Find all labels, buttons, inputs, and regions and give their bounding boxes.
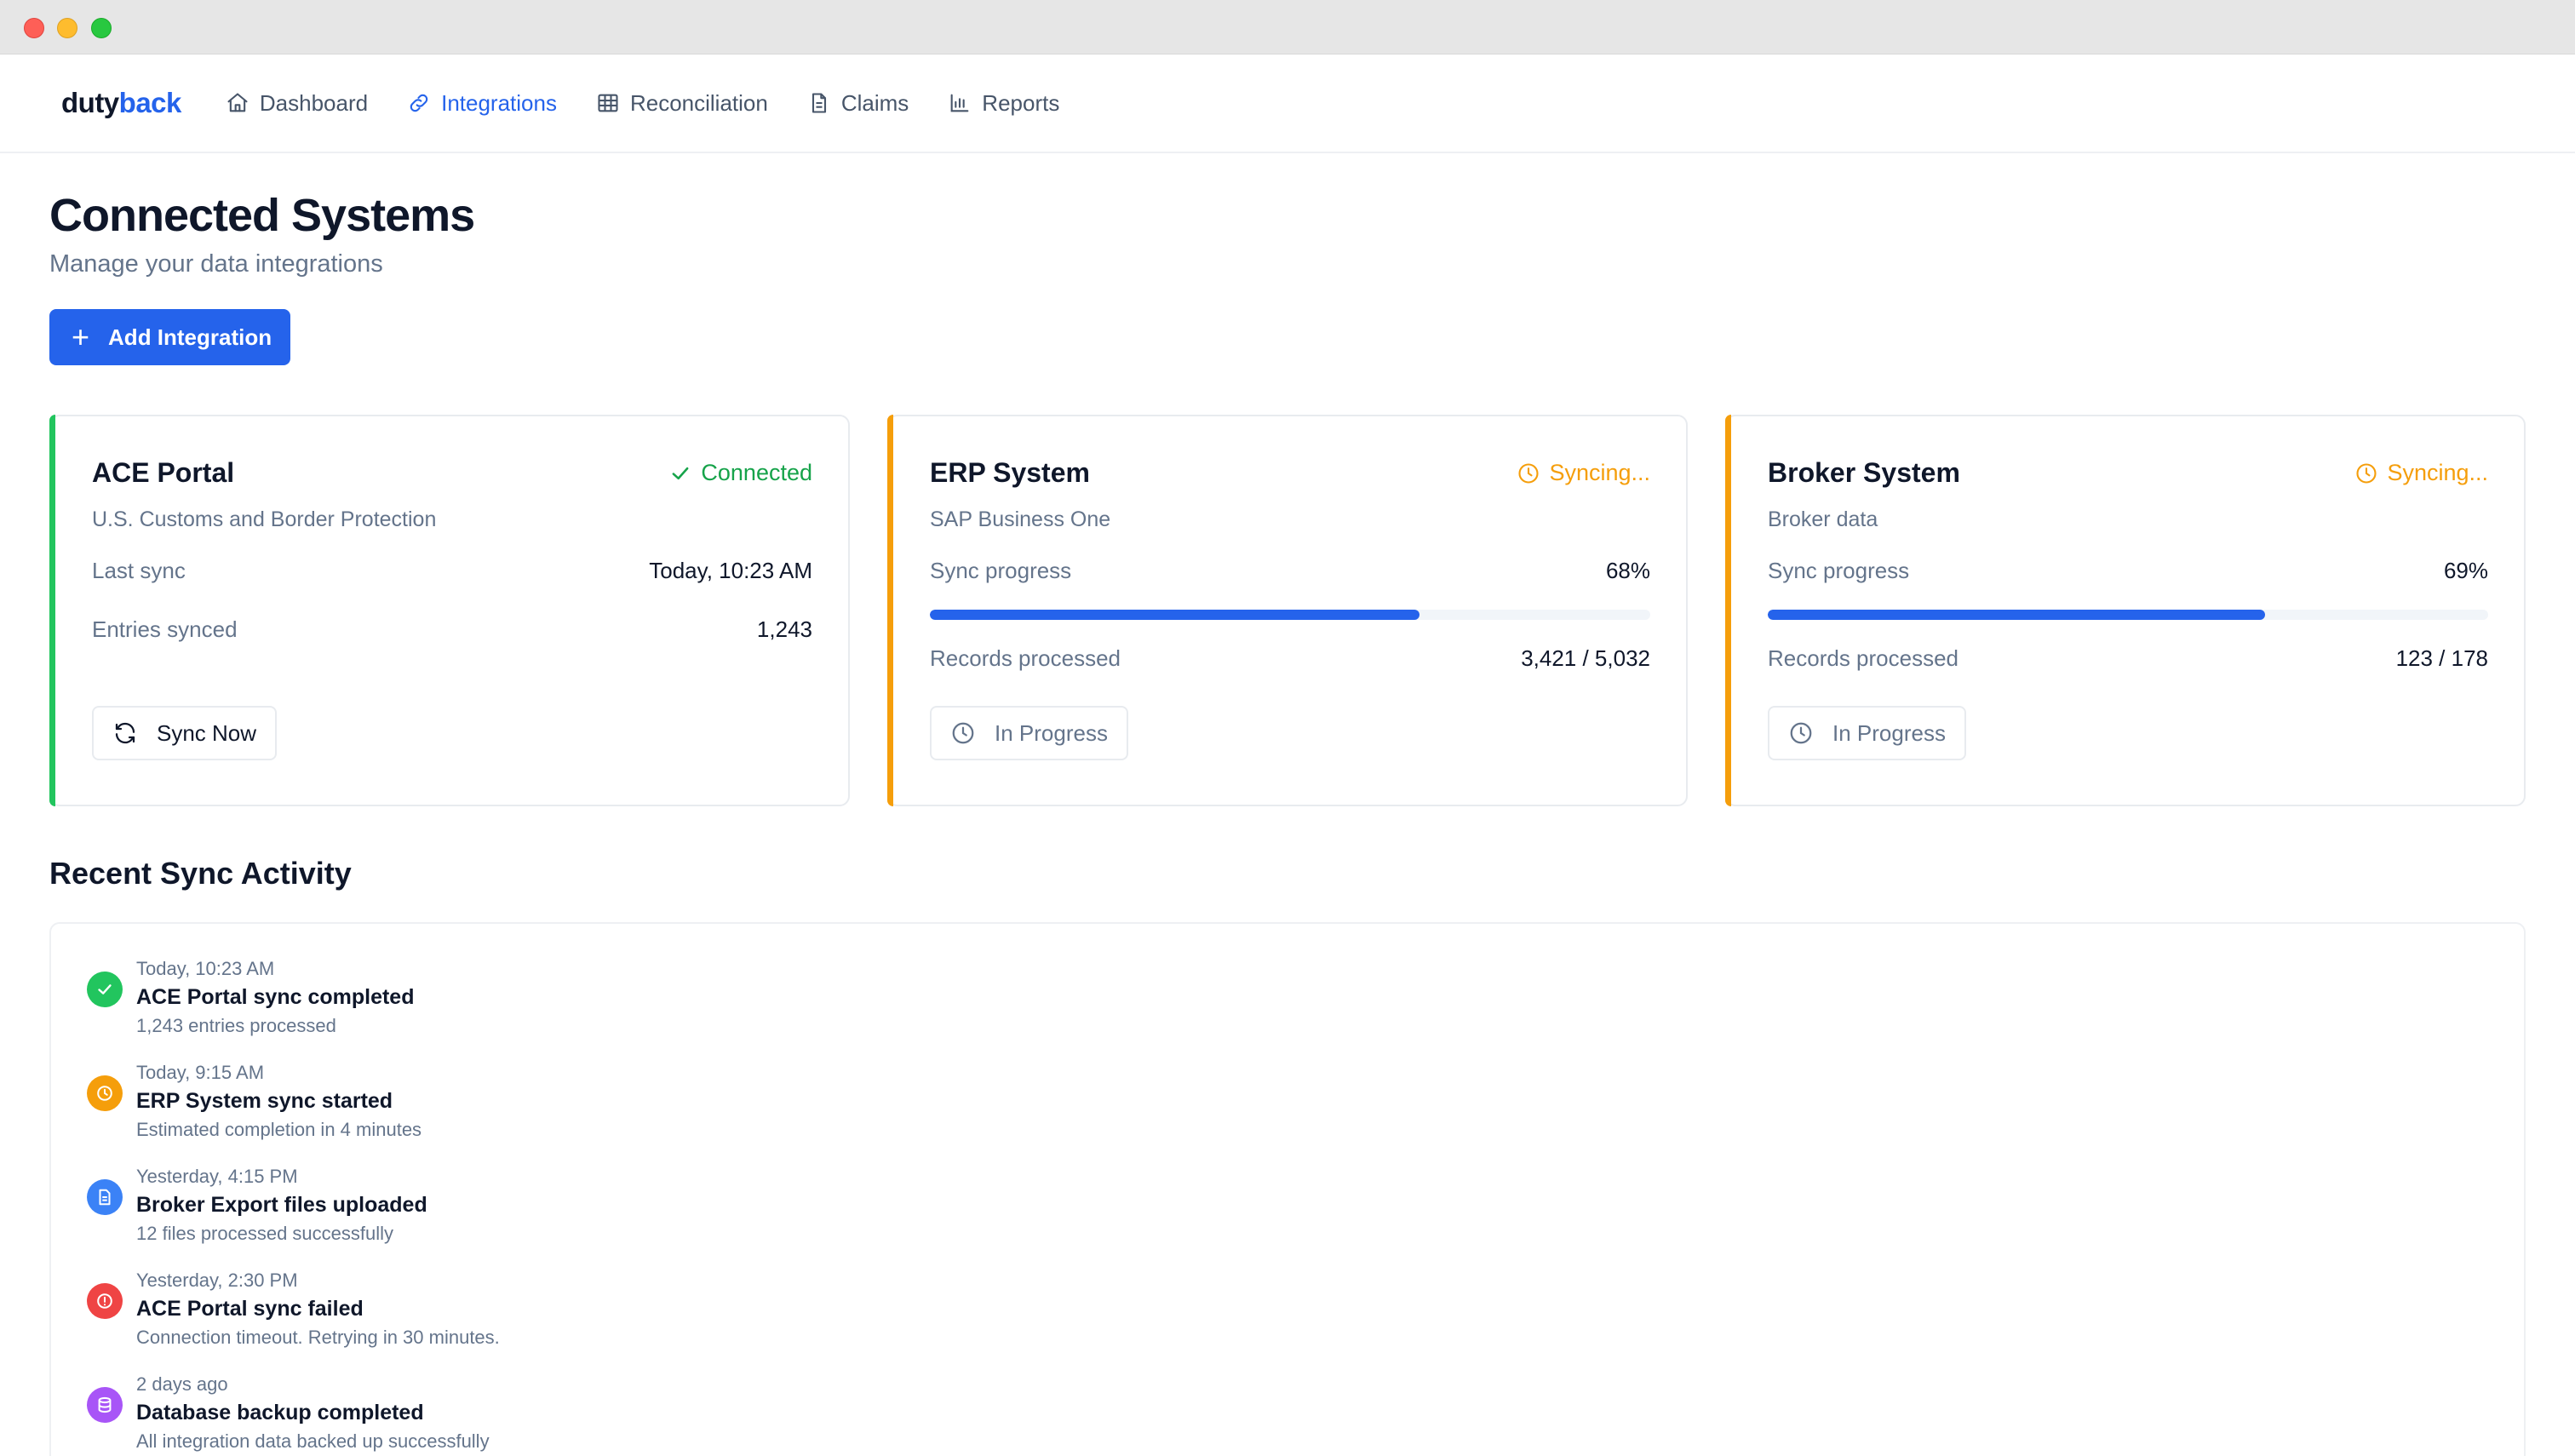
nav-item-label: Dashboard [259, 89, 369, 116]
status-stripe [1725, 415, 1731, 806]
alert-icon [87, 1283, 123, 1319]
sync-progress-row: Sync progress 69% [1768, 558, 2488, 583]
file-icon [87, 1179, 123, 1215]
page-subtitle: Manage your data integrations [49, 250, 383, 278]
plus-icon: + [72, 319, 90, 354]
nav-item-dashboard[interactable]: Dashboard [226, 90, 368, 117]
entries-synced-row: Entries synced 1,243 [92, 616, 812, 642]
sync-progress-row: Sync progress 68% [930, 558, 1650, 583]
nav-item-reports[interactable]: Reports [948, 90, 1059, 117]
activity-detail: All integration data backed up successfu… [136, 1430, 490, 1452]
check-icon [672, 467, 689, 479]
top-nav: dutyback Dashboard Integrations Reconcil… [0, 54, 2575, 153]
page-title: Connected Systems [49, 190, 475, 241]
activity-title: ACE Portal sync completed [136, 985, 415, 1009]
clock-icon [1790, 722, 1812, 744]
database-icon [87, 1387, 123, 1423]
card-title: ERP System [930, 457, 1090, 488]
status-stripe [887, 415, 893, 806]
sync-progress-bar [1768, 610, 2488, 620]
records-processed-row: Records processed 3,421 / 5,032 [930, 645, 1650, 671]
activity-detail: Connection timeout. Retrying in 30 minut… [136, 1327, 500, 1348]
activity-detail: 1,243 entries processed [136, 1015, 336, 1036]
status-badge: Syncing... [2354, 460, 2488, 486]
activity-time: 2 days ago [136, 1373, 228, 1395]
card-title: ACE Portal [92, 457, 235, 488]
activity-item: Yesterday, 2:30 PM ACE Portal sync faile… [87, 1270, 2524, 1373]
clock-icon [87, 1075, 123, 1111]
title-bar [0, 0, 2575, 54]
activity-feed: Today, 10:23 AM ACE Portal sync complete… [49, 922, 2526, 1456]
activity-time: Today, 10:23 AM [136, 958, 275, 979]
card-description: SAP Business One [930, 507, 1111, 531]
in-progress-indicator: In Progress [930, 706, 1128, 760]
integration-card-ace-portal: ACE Portal Connected U.S. Customs and Bo… [49, 415, 850, 806]
refresh-icon [115, 722, 135, 744]
clock-icon [2356, 462, 2377, 484]
activity-item: Today, 10:23 AM ACE Portal sync complete… [87, 958, 2524, 1062]
nav-item-reconciliation[interactable]: Reconciliation [596, 90, 768, 117]
records-processed-row: Records processed 123 / 178 [1768, 645, 2488, 671]
clock-icon [952, 722, 974, 744]
status-stripe [49, 415, 55, 806]
clock-icon [1518, 462, 1539, 484]
activity-item: Today, 9:15 AM ERP System sync started E… [87, 1062, 2524, 1166]
minimize-window-button[interactable] [57, 18, 77, 38]
activity-detail: 12 files processed successfully [136, 1223, 394, 1244]
activity-title: Database backup completed [136, 1401, 424, 1424]
activity-item: Yesterday, 4:15 PM Broker Export files u… [87, 1166, 2524, 1270]
add-integration-label: Add Integration [108, 324, 272, 350]
activity-title: Broker Export files uploaded [136, 1193, 427, 1217]
card-title: Broker System [1768, 457, 1960, 488]
table-icon [598, 94, 618, 112]
card-description: U.S. Customs and Border Protection [92, 507, 437, 531]
check-icon [87, 972, 123, 1007]
link-icon [410, 94, 428, 112]
section-title-recent-activity: Recent Sync Activity [49, 856, 352, 891]
main-content: Connected Systems Manage your data integ… [0, 189, 2575, 1456]
activity-item: 2 days ago Database backup completed All… [87, 1373, 2524, 1456]
integration-card-erp-system: ERP System Syncing... SAP Business One S… [887, 415, 1688, 806]
nav-item-integrations[interactable]: Integrations [407, 90, 557, 117]
sync-progress-bar [930, 610, 1650, 620]
activity-detail: Estimated completion in 4 minutes [136, 1119, 422, 1140]
in-progress-indicator: In Progress [1768, 706, 1966, 760]
activity-time: Yesterday, 4:15 PM [136, 1166, 298, 1187]
nav-item-label: Reconciliation [629, 89, 768, 116]
last-sync-row: Last sync Today, 10:23 AM [92, 558, 812, 583]
sync-progress-fill [930, 610, 1420, 620]
app-window: dutyback Dashboard Integrations Reconcil… [0, 0, 2575, 1456]
activity-time: Yesterday, 2:30 PM [136, 1270, 298, 1291]
close-window-button[interactable] [24, 18, 44, 38]
home-icon [227, 93, 248, 112]
card-description: Broker data [1768, 507, 1878, 531]
maximize-window-button[interactable] [91, 18, 112, 38]
activity-title: ACE Portal sync failed [136, 1297, 364, 1321]
sync-now-button[interactable]: Sync Now [92, 706, 278, 760]
bar-chart-icon [950, 94, 969, 112]
document-icon [811, 93, 826, 113]
nav-item-label: Reports [982, 89, 1060, 116]
status-badge: Connected [668, 460, 812, 486]
nav-item-claims[interactable]: Claims [807, 90, 909, 117]
sync-progress-fill [1768, 610, 2265, 620]
status-badge: Syncing... [1517, 460, 1650, 486]
nav-item-label: Claims [840, 89, 909, 116]
integration-cards: ACE Portal Connected U.S. Customs and Bo… [49, 415, 2526, 806]
activity-title: ERP System sync started [136, 1089, 393, 1113]
activity-time: Today, 9:15 AM [136, 1062, 265, 1083]
logo[interactable]: dutyback [61, 87, 181, 119]
nav-item-label: Integrations [441, 89, 557, 116]
integration-card-broker-system: Broker System Syncing... Broker data Syn… [1725, 415, 2526, 806]
add-integration-button[interactable]: + Add Integration [49, 309, 291, 365]
